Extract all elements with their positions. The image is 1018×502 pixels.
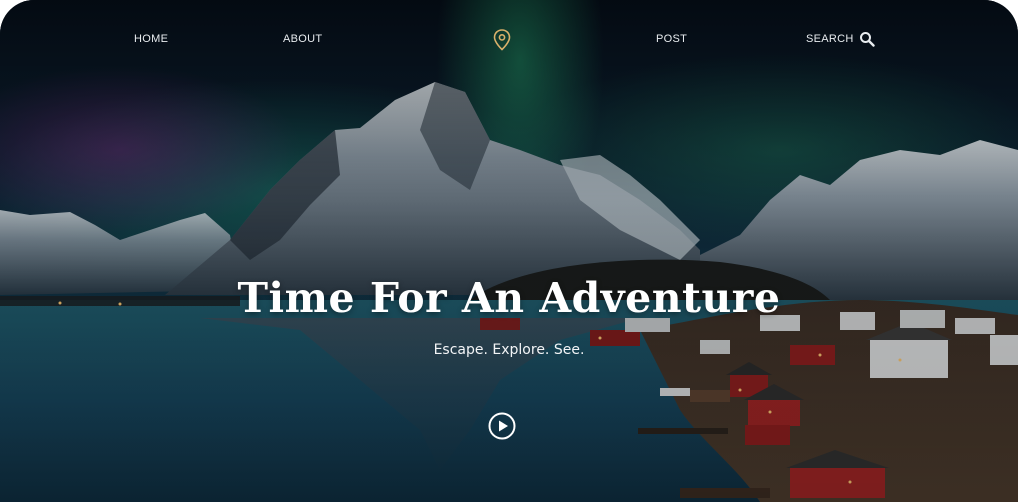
play-circle-icon[interactable] xyxy=(488,412,516,440)
nav-post-link[interactable]: POST xyxy=(656,33,687,45)
nav-home-link[interactable]: HOME xyxy=(134,33,168,45)
search-icon[interactable] xyxy=(859,31,875,47)
hero-section: HOME ABOUT POST SEARCH Time For An Adven… xyxy=(0,0,1018,502)
nav-search-link[interactable]: SEARCH xyxy=(806,33,854,45)
top-navigation: HOME ABOUT POST SEARCH xyxy=(0,28,1018,52)
nav-about-link[interactable]: ABOUT xyxy=(283,33,322,45)
hero-title: Time For An Adventure xyxy=(237,274,781,322)
hero-subtitle: Escape. Explore. See. xyxy=(433,342,585,358)
map-pin-icon[interactable] xyxy=(493,29,511,51)
